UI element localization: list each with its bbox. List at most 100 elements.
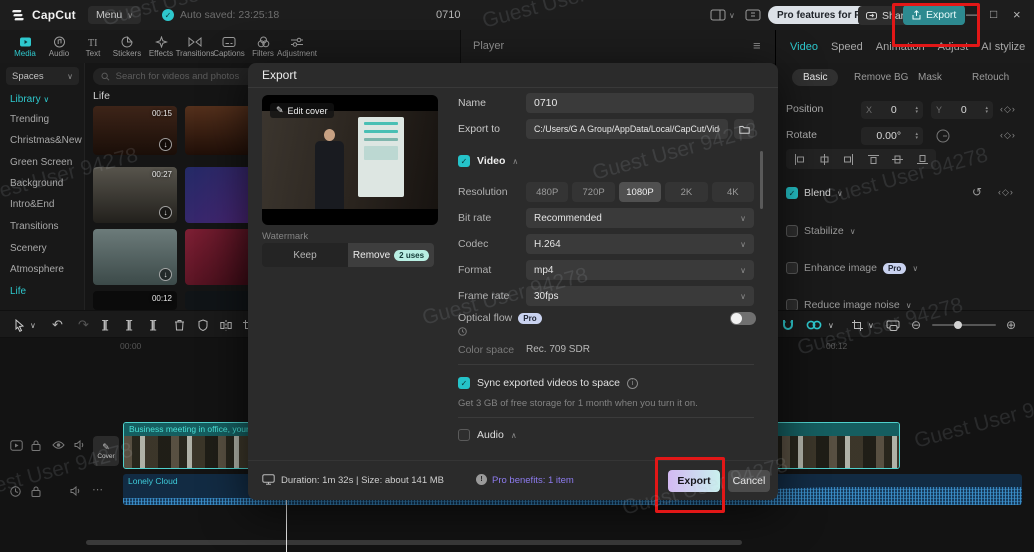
lock-icon[interactable] (31, 486, 41, 500)
menu-button[interactable]: Menu ∨ (88, 6, 141, 24)
hide-track-icon[interactable] (52, 440, 65, 453)
rotate-keyframe-icon[interactable]: ‹◇› (1000, 130, 1016, 141)
download-icon[interactable]: ↓ (159, 206, 172, 219)
crop-dropdown[interactable]: ∨ (868, 311, 874, 339)
align-top-icon[interactable] (868, 154, 879, 165)
zoom-out-button[interactable]: ⊖ (911, 311, 921, 339)
sync-checkbox[interactable]: ✓ (458, 377, 470, 389)
chevron-down-icon[interactable]: ∨ (906, 301, 912, 310)
chevron-up-icon[interactable]: ∧ (511, 431, 517, 440)
tab-transitions[interactable]: Transitions (178, 36, 212, 58)
snapping-toggle-button[interactable] (782, 311, 794, 339)
align-bottom-icon[interactable] (917, 154, 928, 165)
tab-captions[interactable]: Captions (212, 36, 246, 58)
frame-rate-select[interactable]: 30fps ∨ (526, 286, 754, 306)
stepper-arrows-icon[interactable]: ▴▾ (915, 106, 918, 114)
subtab-mask[interactable]: Mask (918, 72, 942, 83)
linking-dropdown[interactable]: ∨ (828, 311, 834, 339)
stepper-arrows-icon[interactable]: ▴▾ (985, 106, 988, 114)
subtab-basic[interactable]: Basic (792, 69, 838, 86)
sidebar-item-background[interactable]: Background (10, 178, 63, 189)
chevron-down-icon[interactable]: ∨ (850, 227, 856, 236)
zoom-in-button[interactable]: ⊕ (1006, 311, 1016, 339)
name-input[interactable] (526, 93, 754, 113)
subtab-retouch[interactable]: Retouch (972, 72, 1009, 83)
enhance-image-checkbox[interactable] (786, 262, 798, 274)
video-checkbox[interactable]: ✓ (458, 155, 470, 167)
sidebar-item-atmosphere[interactable]: Atmosphere (10, 264, 64, 275)
blend-reset-icon[interactable]: ↺ (972, 185, 982, 199)
timeline-scrollbar[interactable] (86, 540, 742, 545)
tab-text[interactable]: TI Text (76, 36, 110, 58)
download-icon[interactable]: ↓ (159, 138, 172, 151)
reduce-noise-checkbox[interactable] (786, 299, 798, 310)
maximize-button[interactable]: □ (990, 7, 997, 21)
tab-stickers[interactable]: Stickers (110, 36, 144, 58)
mirror-button[interactable] (220, 311, 232, 339)
subtab-remove-bg[interactable]: Remove BG (854, 72, 908, 83)
tab-ai-stylize[interactable]: AI stylize (981, 41, 1025, 53)
stepper-arrows-icon[interactable]: ▴▾ (915, 132, 918, 140)
resolution-720p[interactable]: 720P (572, 182, 614, 202)
stabilize-checkbox[interactable] (786, 225, 798, 237)
chevron-down-icon[interactable]: ∨ (837, 189, 843, 198)
position-y-stepper[interactable]: Y 0 ▴▾ (931, 101, 993, 119)
cancel-button[interactable]: Cancel (728, 470, 770, 492)
pro-benefits-link[interactable]: Pro benefits: 1 item (492, 475, 574, 486)
download-icon[interactable]: ↓ (159, 268, 172, 281)
delete-left-button[interactable]: ][ (126, 311, 131, 339)
media-thumbnail[interactable]: 00:15 ↓ (93, 106, 177, 155)
tab-adjustment[interactable]: Adjustment (280, 36, 314, 58)
spaces-dropdown[interactable]: Spaces ∨ (6, 67, 79, 85)
media-thumbnail[interactable]: 00:12 (93, 291, 177, 310)
watermark-remove-button[interactable]: Remove 2 uses (348, 243, 434, 267)
rotate-stepper[interactable]: 0.00° ▴▾ (861, 127, 923, 145)
delete-button[interactable] (174, 311, 185, 339)
crop-option-button[interactable] (852, 311, 863, 339)
format-select[interactable]: mp4 ∨ (526, 260, 754, 280)
sidebar-item-scenery[interactable]: Scenery (10, 243, 47, 254)
mask-button[interactable] (198, 311, 208, 339)
linking-toggle-button[interactable] (806, 311, 822, 339)
sidebar-item-christmas[interactable]: Christmas&New... (10, 135, 82, 146)
timeline-zoom-slider[interactable] (932, 324, 996, 326)
codec-select[interactable]: H.264 ∨ (526, 234, 754, 254)
sidebar-item-transitions[interactable]: Transitions (10, 221, 59, 232)
resolution-480p[interactable]: 480P (526, 182, 568, 202)
tab-media[interactable]: Media (8, 36, 42, 58)
align-center-vertical-icon[interactable] (892, 154, 903, 165)
rotate-dial-icon[interactable] (936, 129, 950, 146)
dialog-scrollbar[interactable] (760, 151, 763, 209)
layout-switch-button[interactable]: ∨ (710, 9, 735, 21)
split-button[interactable]: ][ (102, 311, 107, 339)
sidebar-item-trending[interactable]: Trending (10, 114, 49, 125)
align-left-icon[interactable] (794, 154, 805, 165)
delete-right-button[interactable]: ][ (150, 311, 155, 339)
tab-effects[interactable]: Effects (144, 36, 178, 58)
edit-cover-pill[interactable]: ✎ Edit cover (270, 103, 334, 118)
lock-icon[interactable] (31, 440, 41, 454)
sidebar-item-life[interactable]: Life (10, 286, 26, 297)
close-button[interactable]: × (1013, 7, 1021, 22)
undo-button[interactable]: ↶ (52, 311, 63, 339)
media-thumbnail[interactable]: 00:27 ↓ (93, 167, 177, 223)
export-path-input[interactable] (526, 119, 728, 139)
tab-speed[interactable]: Speed (831, 41, 863, 53)
sidebar-item-intro-end[interactable]: Intro&End (10, 199, 54, 210)
media-thumbnail[interactable]: ↓ (93, 229, 177, 285)
mute-track-icon[interactable] (70, 486, 81, 499)
resolution-4k[interactable]: 4K (712, 182, 754, 202)
select-tool-dropdown[interactable]: ∨ (30, 311, 36, 339)
preview-axis-button[interactable] (886, 311, 900, 339)
tab-audio[interactable]: Audio (42, 36, 76, 58)
browse-folder-button[interactable] (734, 119, 754, 139)
position-x-stepper[interactable]: X 0 ▴▾ (861, 101, 923, 119)
zoom-slider-thumb[interactable] (954, 321, 962, 329)
bit-rate-select[interactable]: Recommended ∨ (526, 208, 754, 228)
watermark-keep-button[interactable]: Keep (262, 243, 348, 267)
tab-filters[interactable]: Filters (246, 36, 280, 58)
resolution-1080p[interactable]: 1080P (619, 182, 661, 202)
audio-checkbox[interactable] (458, 429, 470, 441)
player-menu-icon[interactable]: ≡ (753, 38, 761, 53)
align-center-horizontal-icon[interactable] (819, 154, 830, 165)
